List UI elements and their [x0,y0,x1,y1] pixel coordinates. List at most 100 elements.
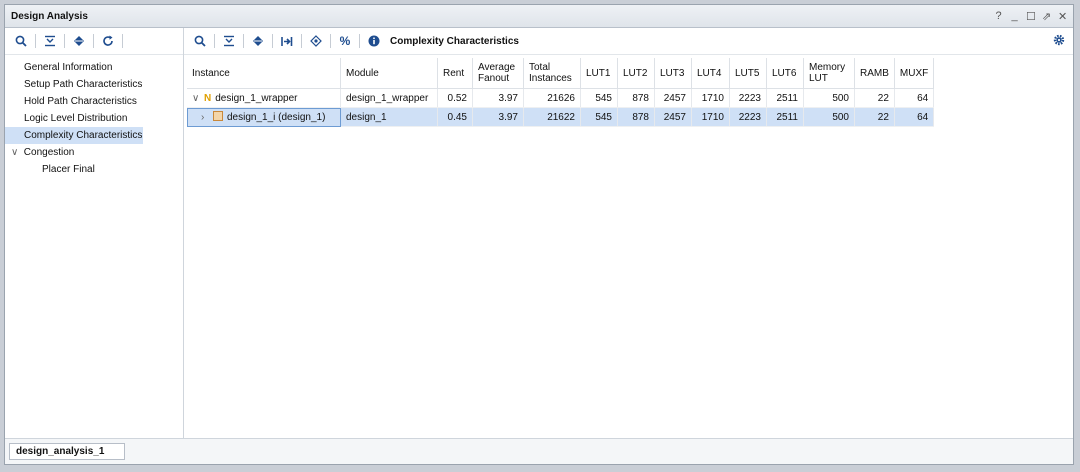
instance-cell[interactable]: ∨ Ndesign_1_wrapper [187,88,341,108]
toolbar-separator [35,34,36,48]
muxf-cell: 64 [894,88,935,108]
table-row[interactable]: ∨ Ndesign_1_wrapper design_1_wrapper 0.52… [187,88,935,108]
ramb-cell: 22 [854,107,895,127]
nav-group-label: Congestion [23,147,75,158]
total-instances-cell: 21626 [523,88,581,108]
left-toolbar [5,28,183,55]
info-icon[interactable] [364,32,384,50]
instance-name: design_1_wrapper [215,92,298,104]
column-header-total-instances[interactable]: Total Instances [523,58,581,89]
navigation-tree: General Information Setup Path Character… [5,55,183,178]
column-header-lut1[interactable]: LUT1 [580,58,618,89]
toolbar-separator [214,34,215,48]
rent-cell: 0.45 [437,107,473,127]
nav-item-setup-path-characteristics[interactable]: Setup Path Characteristics [5,76,183,93]
lut5-cell: 2223 [729,88,767,108]
memory-lut-cell: 500 [803,107,855,127]
lut1-cell: 545 [580,88,618,108]
chevron-down-icon[interactable]: ∨ [11,144,21,161]
right-toolbar: % Complexity Characteristics [184,28,1073,55]
close-icon[interactable]: ✕ [1058,10,1067,23]
lut3-cell: 2457 [654,88,692,108]
memory-lut-cell: 500 [803,88,855,108]
column-header-muxf[interactable]: MUXF [894,58,935,89]
toolbar-separator [122,34,123,48]
lut4-cell: 1710 [691,88,730,108]
column-header-instance[interactable]: Instance [187,58,341,89]
lut4-cell: 1710 [691,107,730,127]
lut3-cell: 2457 [654,107,692,127]
column-header-memory-lut[interactable]: Memory LUT [803,58,855,89]
float-icon[interactable]: ⇗ [1042,10,1051,23]
search-icon[interactable] [190,32,210,50]
search-icon[interactable] [11,32,31,50]
mark-icon[interactable] [306,32,326,50]
column-header-module[interactable]: Module [340,58,438,89]
nav-item-placer-final[interactable]: Placer Final [5,161,183,178]
percent-icon[interactable]: % [335,32,355,50]
toolbar-separator [301,34,302,48]
expand-all-icon[interactable] [248,32,268,50]
column-header-lut6[interactable]: LUT6 [766,58,804,89]
lut2-cell: 878 [617,88,655,108]
chevron-down-icon[interactable]: ∨ [192,93,202,104]
ramb-cell: 22 [854,88,895,108]
module-cell: design_1_wrapper [340,88,438,108]
total-instances-cell: 21622 [523,107,581,127]
navigation-panel: General Information Setup Path Character… [5,28,184,438]
rent-cell: 0.52 [437,88,473,108]
design-analysis-window: Design Analysis ? _ ☐ ⇗ ✕ General Inform… [4,4,1074,465]
table-row[interactable]: › design_1_i (design_1) design_1 0.45 3.9… [187,107,935,127]
column-header-lut3[interactable]: LUT3 [654,58,692,89]
nav-item-complexity-characteristics[interactable]: Complexity Characteristics [5,127,143,144]
average-fanout-cell: 3.97 [472,107,524,127]
expand-all-icon[interactable] [69,32,89,50]
toolbar-separator [359,34,360,48]
minimize-icon[interactable]: _ [1010,10,1019,23]
instance-cell[interactable]: › design_1_i (design_1) [187,107,341,127]
average-fanout-cell: 3.97 [472,88,524,108]
module-cell: design_1 [340,107,438,127]
complexity-panel: % Complexity Characteristics Instance Mo… [184,28,1073,438]
nav-item-logic-level-distribution[interactable]: Logic Level Distribution [5,110,183,127]
refresh-icon[interactable] [98,32,118,50]
column-header-lut2[interactable]: LUT2 [617,58,655,89]
netlist-icon: N [204,92,212,104]
collapse-all-icon[interactable] [219,32,239,50]
column-header-lut4[interactable]: LUT4 [691,58,730,89]
collapse-all-icon[interactable] [40,32,60,50]
nav-group-congestion[interactable]: ∨ Congestion [5,144,183,161]
tab-design-analysis-1[interactable]: design_analysis_1 [9,443,125,460]
toolbar-separator [93,34,94,48]
maximize-icon[interactable]: ☐ [1026,10,1036,23]
panel-title: Complexity Characteristics [390,35,519,47]
block-icon [213,111,223,121]
muxf-cell: 64 [894,107,935,127]
title-bar: Design Analysis ? _ ☐ ⇗ ✕ [5,5,1073,28]
complexity-table: Instance Module Rent Average Fanout Tota… [187,58,935,127]
lut6-cell: 2511 [766,88,804,108]
column-header-ramb[interactable]: RAMB [854,58,895,89]
toolbar-separator [64,34,65,48]
window-controls: ? _ ☐ ⇗ ✕ [994,10,1067,23]
gear-icon[interactable] [1053,34,1065,49]
lut5-cell: 2223 [729,107,767,127]
lut2-cell: 878 [617,107,655,127]
column-header-rent[interactable]: Rent [437,58,473,89]
sort-icon[interactable] [277,32,297,50]
toolbar-separator [330,34,331,48]
column-header-lut5[interactable]: LUT5 [729,58,767,89]
help-icon[interactable]: ? [994,10,1003,23]
nav-item-hold-path-characteristics[interactable]: Hold Path Characteristics [5,93,183,110]
lut1-cell: 545 [580,107,618,127]
bottom-tab-bar: design_analysis_1 [5,438,1073,464]
chevron-right-icon[interactable]: › [201,112,211,123]
instance-name: design_1_i (design_1) [227,112,326,123]
lut6-cell: 2511 [766,107,804,127]
toolbar-separator [243,34,244,48]
column-header-average-fanout[interactable]: Average Fanout [472,58,524,89]
nav-item-general-information[interactable]: General Information [5,59,183,76]
toolbar-separator [272,34,273,48]
window-title: Design Analysis [11,10,88,22]
table-header-row: Instance Module Rent Average Fanout Tota… [187,58,935,89]
